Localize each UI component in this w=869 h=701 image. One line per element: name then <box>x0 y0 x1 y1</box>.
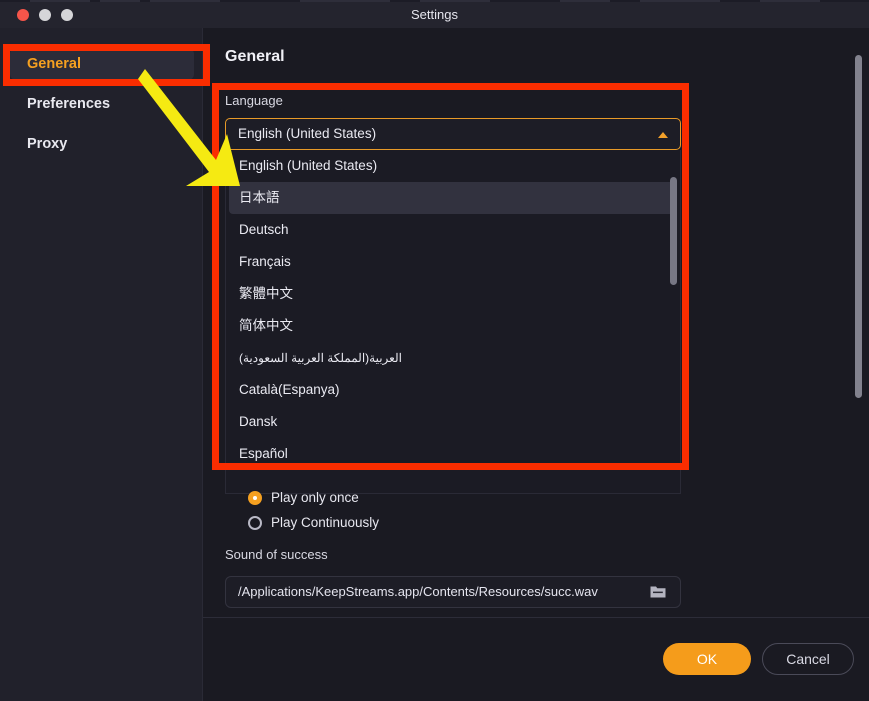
sidebar-item-label: Preferences <box>27 96 111 112</box>
language-option[interactable]: Català(Espanya) <box>226 374 680 406</box>
language-option[interactable]: Français <box>226 246 680 278</box>
language-option-label: English (United States) <box>239 158 378 173</box>
chevron-up-icon[interactable] <box>658 132 668 138</box>
language-option-label: 繁體中文 <box>239 286 293 301</box>
settings-window: Settings General Preferences Proxy Gener… <box>0 2 869 701</box>
language-select[interactable]: English (United States) <box>225 118 681 150</box>
footer-divider <box>203 617 869 618</box>
language-dropdown-list[interactable]: English (United States) 日本語 Deutsch Fran… <box>225 150 681 494</box>
dropdown-scrollbar[interactable] <box>670 152 677 492</box>
radio-selected-icon[interactable] <box>248 490 262 505</box>
sidebar-item-preferences[interactable]: Preferences <box>10 88 194 120</box>
language-option-label: Dansk <box>239 414 278 429</box>
radio-unselected-icon[interactable] <box>248 515 262 530</box>
language-option-label: Español <box>239 446 288 461</box>
settings-window-screenshot: Settings General Preferences Proxy Gener… <box>0 0 869 701</box>
language-option[interactable]: Deutsch <box>226 214 680 246</box>
language-option[interactable]: 简体中文 <box>226 310 680 342</box>
language-option[interactable]: English (United States) <box>226 150 680 182</box>
title-bar: Settings <box>0 2 869 28</box>
cancel-button-label: Cancel <box>786 651 830 667</box>
dropdown-scrollbar-thumb[interactable] <box>670 177 677 285</box>
folder-icon[interactable] <box>650 585 666 599</box>
sidebar-item-label: Proxy <box>27 136 68 152</box>
language-option-label: Català(Espanya) <box>239 382 340 397</box>
radio-play-only-once[interactable]: Play only once <box>248 490 359 505</box>
language-label: Language <box>225 93 283 108</box>
radio-label: Play only once <box>271 490 359 505</box>
sound-file-path-field[interactable]: /Applications/KeepStreams.app/Contents/R… <box>225 576 681 608</box>
sidebar: General Preferences Proxy <box>0 28 203 701</box>
language-option[interactable]: Dansk <box>226 406 680 438</box>
sidebar-item-general[interactable]: General <box>10 48 194 80</box>
language-option[interactable]: 日本語 <box>229 182 677 214</box>
language-option-label: Deutsch <box>239 222 289 237</box>
language-option-label: 日本語 <box>239 190 280 205</box>
sound-file-path-value: /Applications/KeepStreams.app/Contents/R… <box>238 584 598 599</box>
sound-of-success-label: Sound of success <box>225 547 328 562</box>
sidebar-item-proxy[interactable]: Proxy <box>10 128 194 160</box>
content-scrollbar-thumb[interactable] <box>855 55 862 398</box>
ok-button[interactable]: OK <box>663 643 751 675</box>
window-title: Settings <box>411 7 458 22</box>
language-option-label: Français <box>239 254 291 269</box>
settings-content-pane: General Language English (United States)… <box>203 28 869 701</box>
radio-label: Play Continuously <box>271 515 380 530</box>
cancel-button[interactable]: Cancel <box>762 643 854 675</box>
language-option[interactable]: العربية(المملكة العربية السعودية) <box>226 342 680 374</box>
radio-play-continuously[interactable]: Play Continuously <box>248 515 379 530</box>
page-title: General <box>225 48 285 65</box>
language-select-value: English (United States) <box>238 126 377 141</box>
language-option-label: 简体中文 <box>239 318 293 333</box>
language-option-label: العربية(المملكة العربية السعودية) <box>239 351 402 365</box>
ok-button-label: OK <box>696 651 718 667</box>
language-option[interactable]: 繁體中文 <box>226 278 680 310</box>
sidebar-item-label: General <box>27 56 81 72</box>
language-option[interactable]: Español <box>226 438 680 470</box>
